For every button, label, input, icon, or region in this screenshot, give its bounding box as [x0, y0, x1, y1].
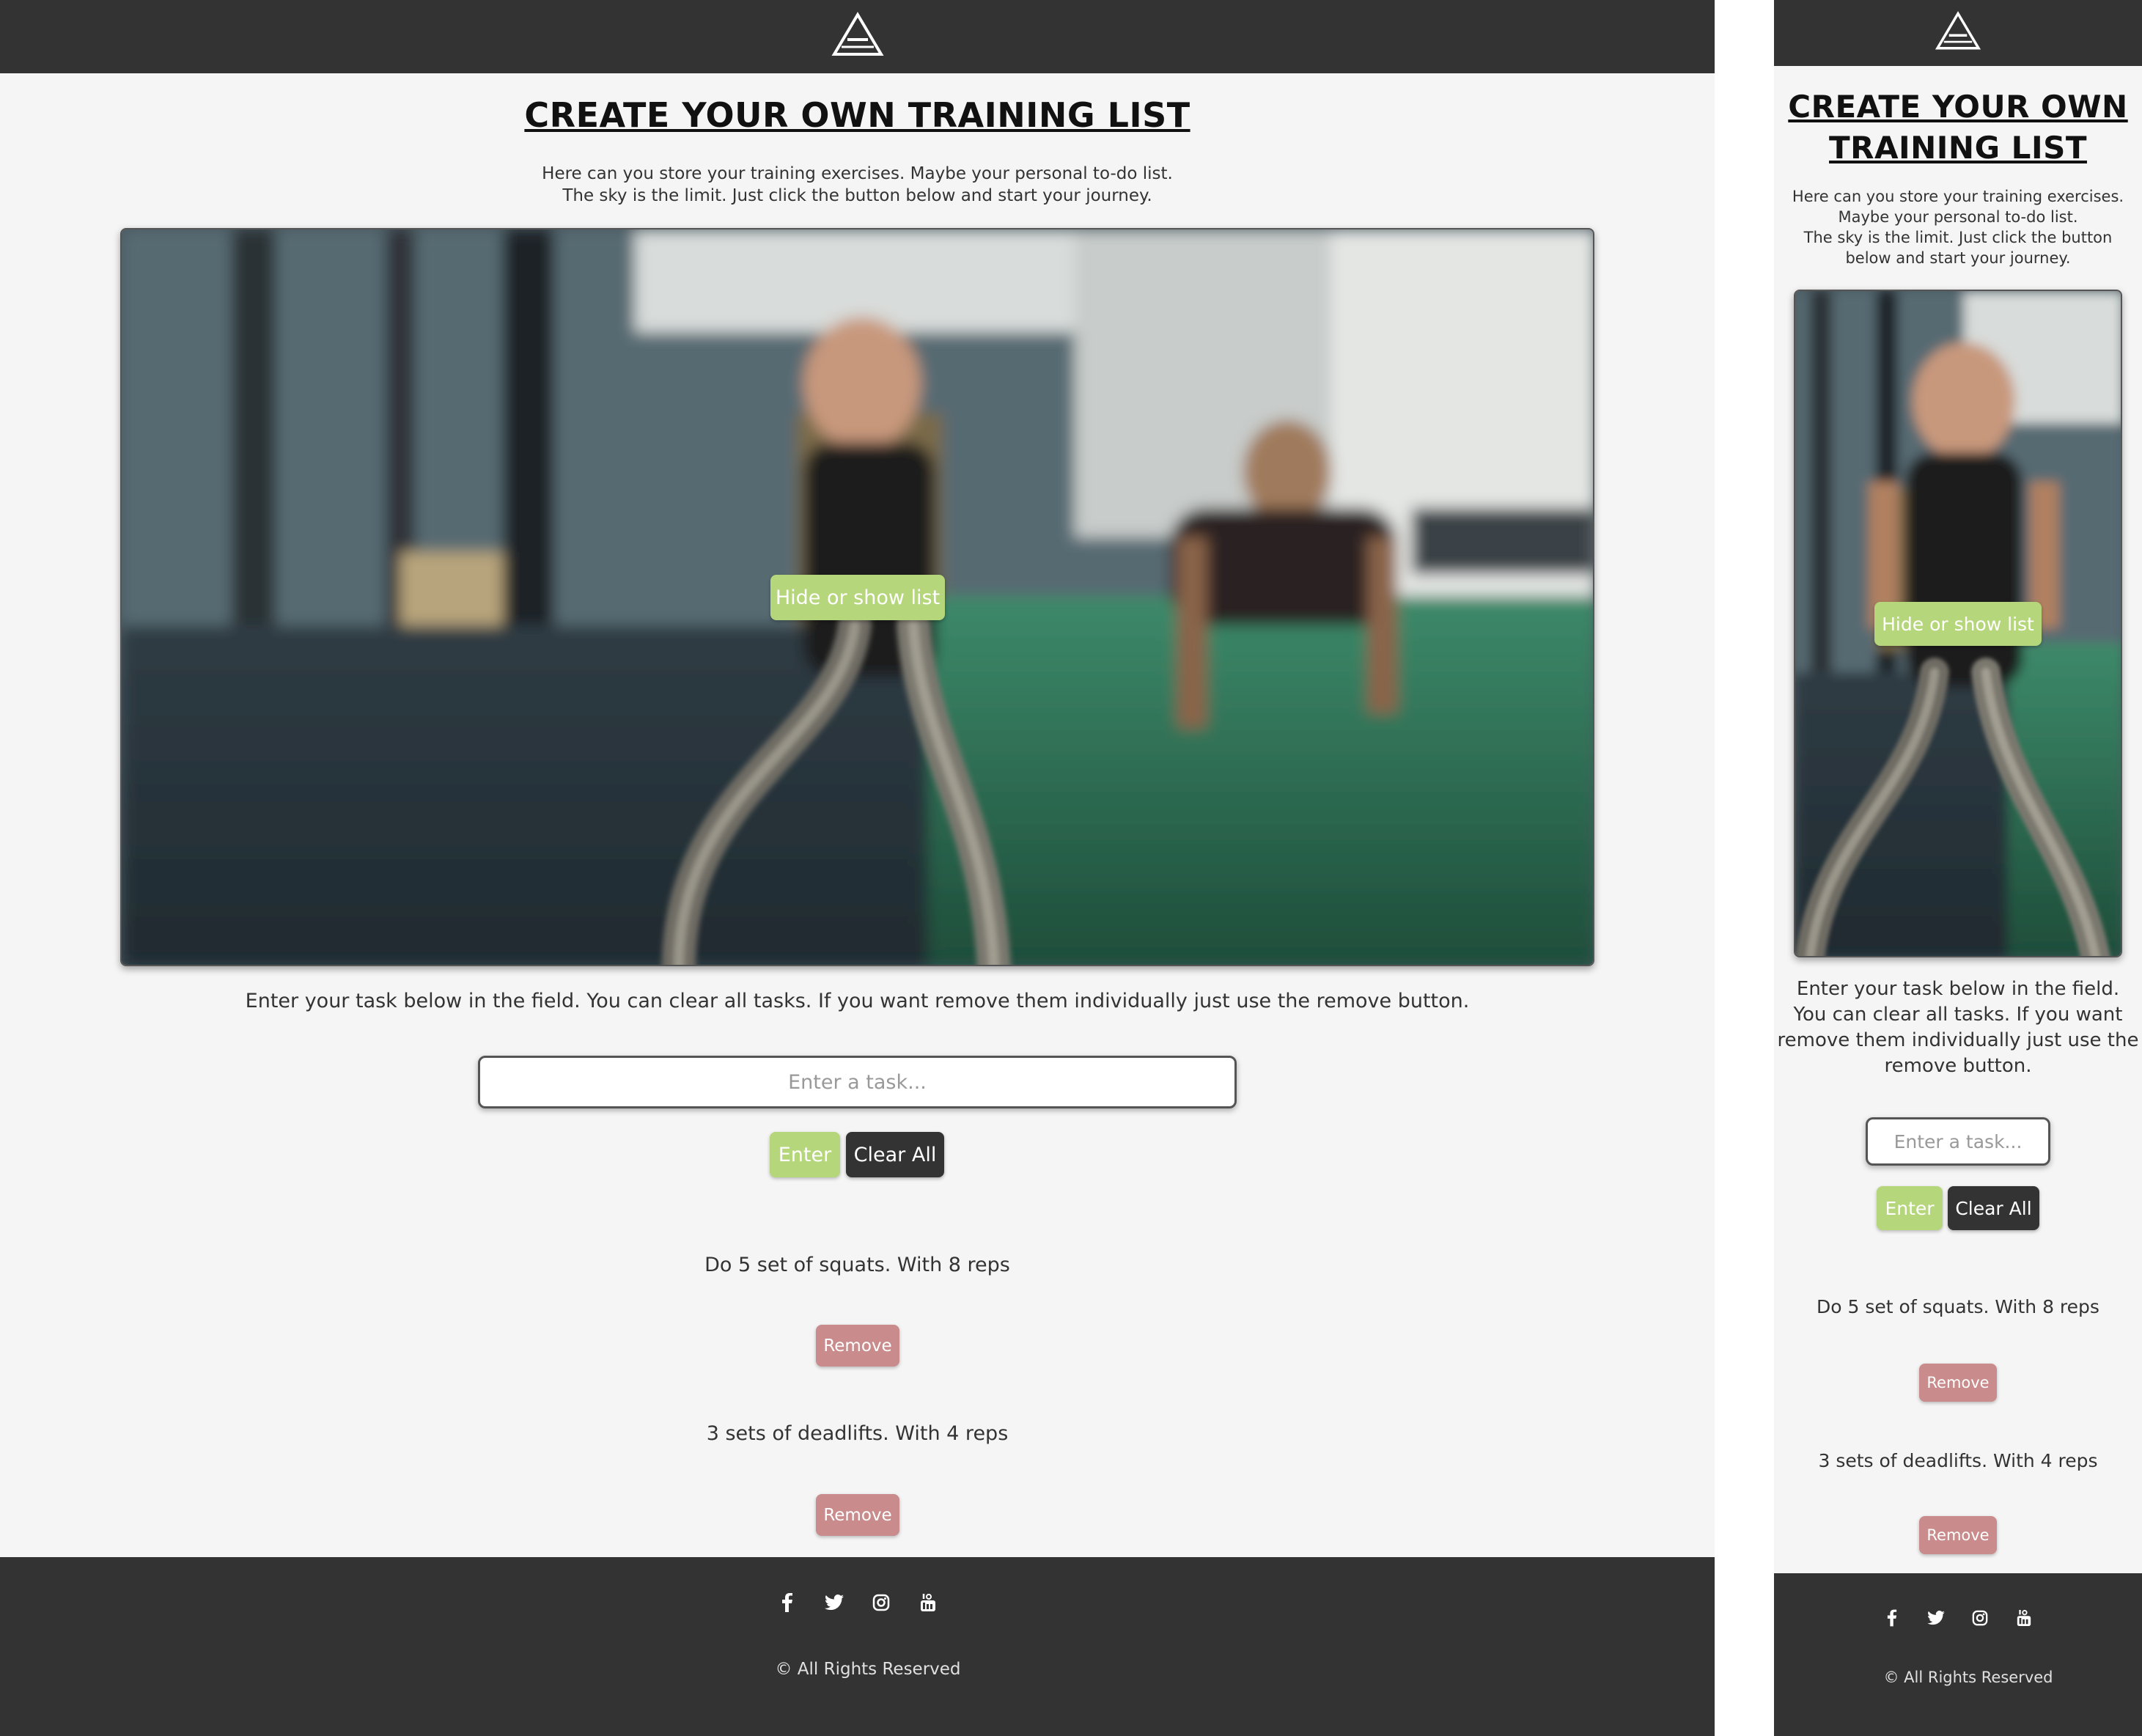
intro-line: The sky is the limit. Just click the but… [562, 186, 1152, 205]
youtube-icon[interactable] [912, 1586, 944, 1619]
copyright-text: © All Rights Reserved [775, 1660, 961, 1679]
task-item-text: Do 5 set of squats. With 8 reps [1817, 1296, 2099, 1317]
mobile-view: CREATE YOUR OWN TRAINING LIST Here can y… [1774, 0, 2142, 1736]
toggle-list-button[interactable]: Hide or show list [770, 575, 945, 620]
instagram-icon[interactable] [865, 1586, 897, 1619]
toggle-list-button[interactable]: Hide or show list [1874, 602, 2042, 646]
task-item-text: 3 sets of deadlifts. With 4 reps [706, 1422, 1009, 1445]
task-item-text: 3 sets of deadlifts. With 4 reps [1818, 1450, 2098, 1471]
clear-all-button[interactable]: Clear All [846, 1132, 944, 1177]
page-title: CREATE YOUR OWN TRAINING LIST [1774, 87, 2142, 169]
twitter-icon[interactable] [818, 1586, 850, 1619]
navbar [1774, 0, 2142, 66]
copyright-text: © All Rights Reserved [1883, 1669, 2053, 1686]
remove-button[interactable]: Remove [1919, 1364, 1997, 1402]
enter-button[interactable]: Enter [770, 1132, 840, 1177]
intro-line: The sky is the limit. Just click the but… [1803, 229, 2113, 246]
triangle-logo-icon[interactable] [1935, 11, 1981, 55]
intro-line: Here can you store your training exercis… [1792, 188, 2124, 205]
instruction-line: You can clear all tasks. If you want [1793, 1004, 2123, 1026]
social-links [0, 1586, 1715, 1619]
instructions-text: Enter your task below in the field. You … [245, 990, 1470, 1012]
desktop-view: CREATE YOUR OWN TRAINING LIST Here can y… [0, 0, 1715, 1736]
intro-line: Here can you store your training exercis… [542, 164, 1173, 183]
footer: © All Rights Reserved [1774, 1573, 2142, 1736]
instructions-text: Enter your task below in the field. You … [1774, 976, 2142, 1079]
instruction-line: remove them individually just use the [1777, 1029, 2139, 1051]
intro-line: Maybe your personal to-do list. [1838, 208, 2078, 226]
page-title-line: TRAINING LIST [1829, 130, 2087, 166]
intro-line: below and start your journey. [1845, 249, 2071, 267]
remove-button[interactable]: Remove [1919, 1516, 1997, 1554]
facebook-icon[interactable] [771, 1586, 803, 1619]
navbar [0, 0, 1715, 73]
task-input[interactable] [1866, 1117, 2050, 1166]
instruction-line: Enter your task below in the field. [1796, 978, 2120, 1000]
task-input[interactable] [478, 1056, 1237, 1108]
instagram-icon[interactable] [1965, 1603, 1995, 1633]
youtube-icon[interactable] [2009, 1603, 2039, 1633]
twitter-icon[interactable] [1921, 1603, 1951, 1633]
intro-text: Here can you store your training exercis… [1774, 186, 2142, 268]
clear-all-button[interactable]: Clear All [1948, 1186, 2039, 1230]
footer: © All Rights Reserved [0, 1557, 1715, 1736]
triangle-logo-icon[interactable] [831, 12, 884, 62]
task-item-text: Do 5 set of squats. With 8 reps [704, 1254, 1010, 1276]
social-links [1774, 1603, 2142, 1633]
remove-button[interactable]: Remove [816, 1325, 899, 1367]
enter-button[interactable]: Enter [1877, 1186, 1943, 1230]
facebook-icon[interactable] [1877, 1603, 1907, 1633]
instruction-line: remove button. [1884, 1055, 2032, 1077]
page-title: CREATE YOUR OWN TRAINING LIST [524, 95, 1190, 135]
page-title-line: CREATE YOUR OWN [1788, 89, 2128, 125]
remove-button[interactable]: Remove [816, 1494, 899, 1536]
intro-text: Here can you store your training exercis… [0, 163, 1715, 207]
